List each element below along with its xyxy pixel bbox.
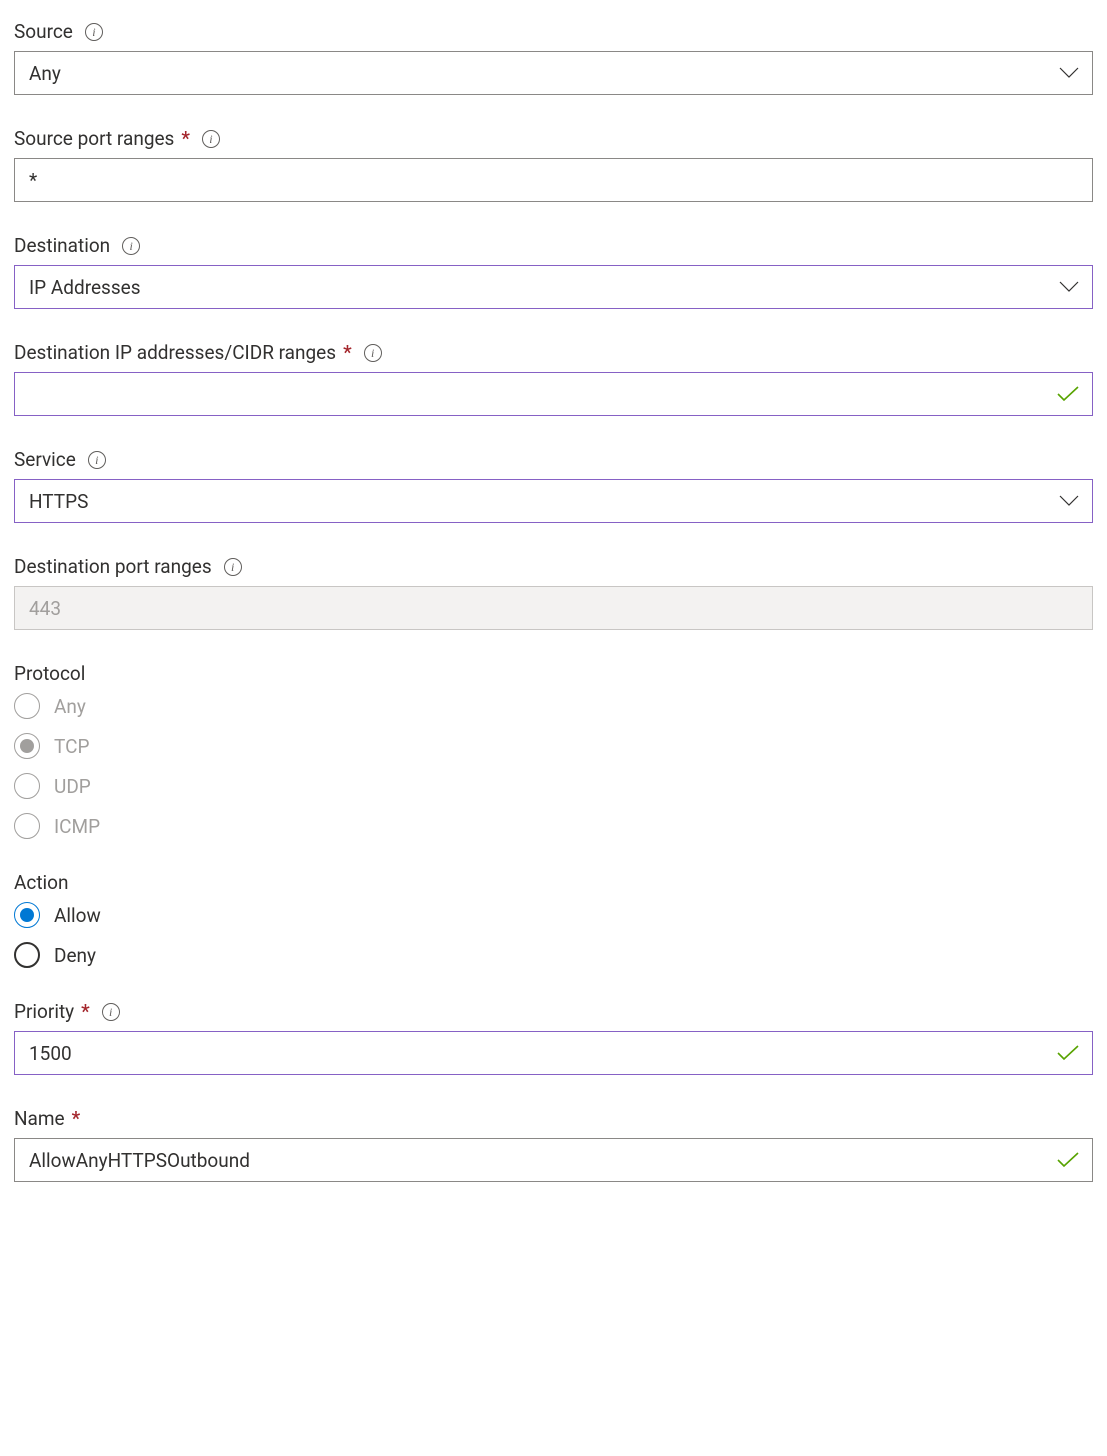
priority-value: 1500	[29, 1042, 72, 1065]
source-port-ranges-label: Source port ranges	[14, 127, 174, 150]
source-control: Any	[14, 51, 1093, 95]
info-icon[interactable]: i	[122, 237, 140, 255]
destination-port-ranges-label: Destination port ranges	[14, 555, 212, 578]
destination-ip-input[interactable]	[14, 372, 1093, 416]
destination-control: IP Addresses	[14, 265, 1093, 309]
required-asterisk: *	[81, 1000, 90, 1023]
radio-icon	[14, 693, 40, 719]
action-option-allow[interactable]: Allow	[14, 902, 1093, 928]
protocol-label: Protocol	[14, 662, 85, 685]
service-value: HTTPS	[29, 490, 88, 513]
protocol-option-label: ICMP	[54, 815, 100, 838]
info-icon[interactable]: i	[88, 451, 106, 469]
protocol-option-label: Any	[54, 695, 86, 718]
destination-ip-label: Destination IP addresses/CIDR ranges	[14, 341, 336, 364]
action-radio-group: Allow Deny	[14, 902, 1093, 968]
name-value: AllowAnyHTTPSOutbound	[29, 1149, 250, 1172]
destination-label: Destination	[14, 234, 110, 257]
priority-label: Priority	[14, 1000, 74, 1023]
name-field: Name * AllowAnyHTTPSOutbound	[14, 1107, 1093, 1182]
source-label: Source	[14, 20, 73, 43]
service-field: Service i HTTPS	[14, 448, 1093, 523]
action-option-deny[interactable]: Deny	[14, 942, 1093, 968]
action-option-label: Allow	[54, 904, 101, 927]
info-icon[interactable]: i	[364, 344, 382, 362]
priority-control: 1500	[14, 1031, 1093, 1075]
info-icon[interactable]: i	[224, 558, 242, 576]
priority-label-row: Priority * i	[14, 1000, 1093, 1023]
destination-port-ranges-value: 443	[29, 597, 61, 620]
source-port-ranges-label-row: Source port ranges * i	[14, 127, 1093, 150]
source-port-ranges-input[interactable]: *	[14, 158, 1093, 202]
required-asterisk: *	[181, 127, 190, 150]
service-control: HTTPS	[14, 479, 1093, 523]
radio-icon	[14, 942, 40, 968]
protocol-option-label: TCP	[54, 735, 89, 758]
source-value: Any	[29, 62, 61, 85]
source-port-ranges-field: Source port ranges * i *	[14, 127, 1093, 202]
destination-ip-control	[14, 372, 1093, 416]
radio-icon	[14, 902, 40, 928]
name-control: AllowAnyHTTPSOutbound	[14, 1138, 1093, 1182]
name-label: Name	[14, 1107, 65, 1130]
action-label: Action	[14, 871, 69, 894]
service-select[interactable]: HTTPS	[14, 479, 1093, 523]
protocol-option-any: Any	[14, 693, 1093, 719]
destination-port-ranges-input: 443	[14, 586, 1093, 630]
priority-input[interactable]: 1500	[14, 1031, 1093, 1075]
destination-port-ranges-field: Destination port ranges i 443	[14, 555, 1093, 630]
protocol-option-label: UDP	[54, 775, 91, 798]
protocol-field: Protocol Any TCP UDP ICMP	[14, 662, 1093, 839]
destination-port-ranges-label-row: Destination port ranges i	[14, 555, 1093, 578]
destination-value: IP Addresses	[29, 276, 141, 299]
protocol-option-udp: UDP	[14, 773, 1093, 799]
source-field: Source i Any	[14, 20, 1093, 95]
service-label: Service	[14, 448, 76, 471]
destination-field: Destination i IP Addresses	[14, 234, 1093, 309]
protocol-option-tcp: TCP	[14, 733, 1093, 759]
name-label-row: Name *	[14, 1107, 1093, 1130]
info-icon[interactable]: i	[102, 1003, 120, 1021]
destination-port-ranges-control: 443	[14, 586, 1093, 630]
radio-icon	[14, 813, 40, 839]
name-input[interactable]: AllowAnyHTTPSOutbound	[14, 1138, 1093, 1182]
source-select[interactable]: Any	[14, 51, 1093, 95]
protocol-radio-group: Any TCP UDP ICMP	[14, 693, 1093, 839]
destination-ip-label-row: Destination IP addresses/CIDR ranges * i	[14, 341, 1093, 364]
destination-ip-field: Destination IP addresses/CIDR ranges * i	[14, 341, 1093, 416]
action-option-label: Deny	[54, 944, 96, 967]
info-icon[interactable]: i	[202, 130, 220, 148]
destination-select[interactable]: IP Addresses	[14, 265, 1093, 309]
radio-icon	[14, 733, 40, 759]
service-label-row: Service i	[14, 448, 1093, 471]
protocol-label-row: Protocol	[14, 662, 1093, 685]
source-port-ranges-value: *	[29, 169, 37, 192]
action-field: Action Allow Deny	[14, 871, 1093, 968]
required-asterisk: *	[343, 341, 352, 364]
required-asterisk: *	[72, 1107, 81, 1130]
source-label-row: Source i	[14, 20, 1093, 43]
action-label-row: Action	[14, 871, 1093, 894]
source-port-ranges-control: *	[14, 158, 1093, 202]
destination-label-row: Destination i	[14, 234, 1093, 257]
protocol-option-icmp: ICMP	[14, 813, 1093, 839]
priority-field: Priority * i 1500	[14, 1000, 1093, 1075]
radio-icon	[14, 773, 40, 799]
info-icon[interactable]: i	[85, 23, 103, 41]
